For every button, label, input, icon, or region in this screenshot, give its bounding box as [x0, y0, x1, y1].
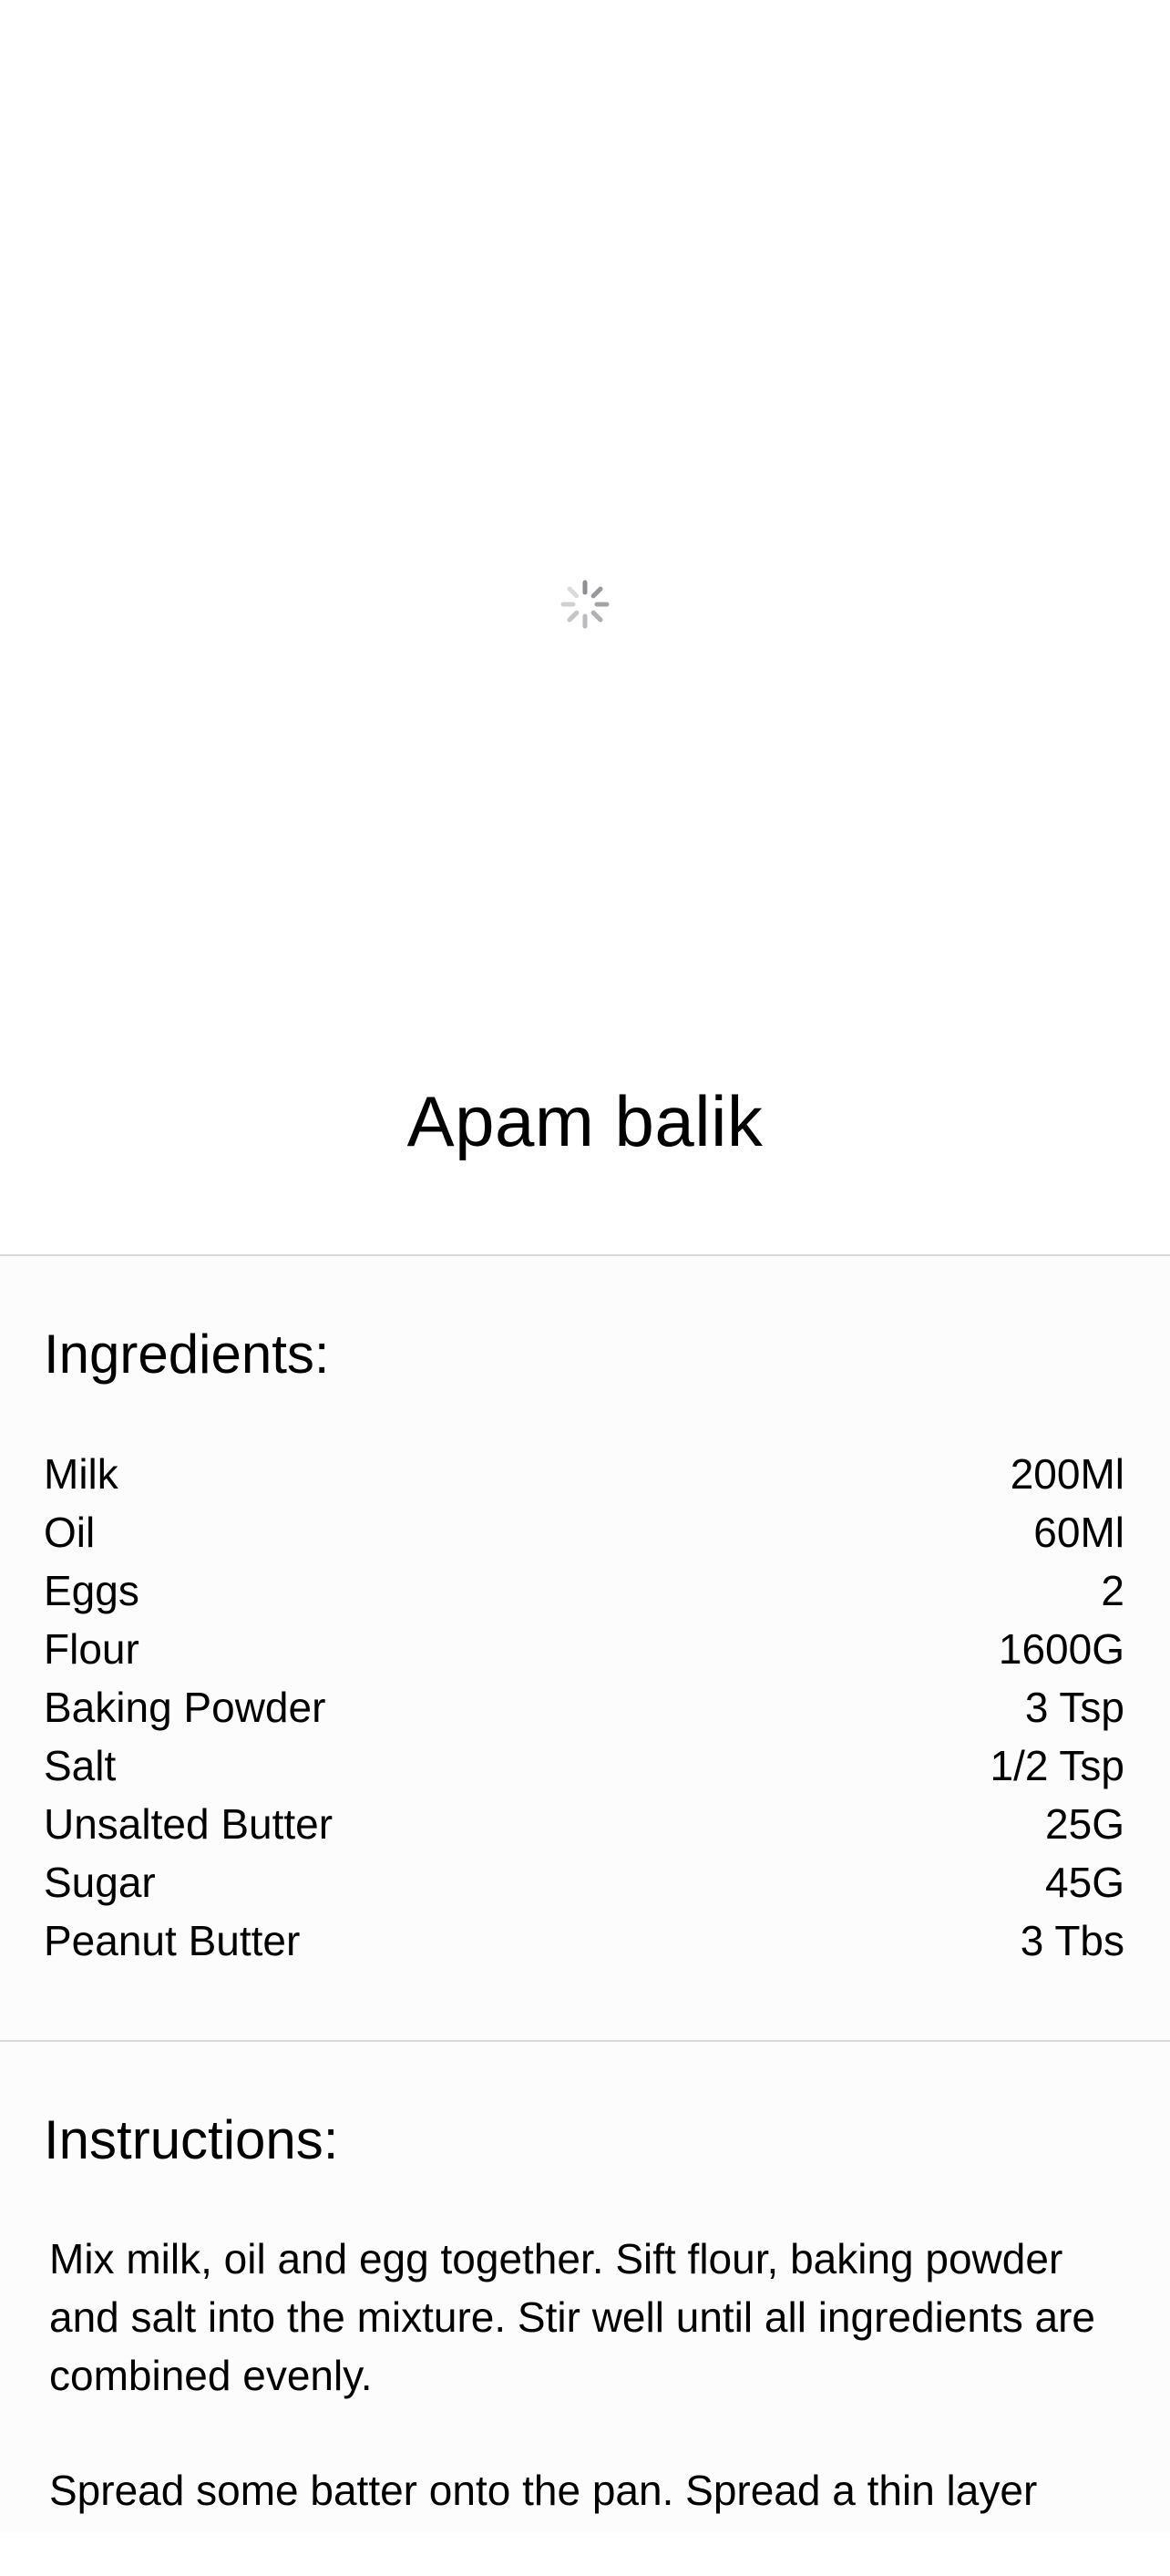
ingredient-row: Sugar 45G — [44, 1853, 1124, 1911]
ingredient-quantity: 25G — [1045, 1800, 1124, 1848]
instruction-step: Mix milk, oil and egg together. Sift flo… — [49, 2235, 1096, 2399]
ingredient-row: Baking Powder 3 Tsp — [44, 1678, 1124, 1736]
recipe-image-placeholder — [0, 0, 1170, 1048]
ingredient-name: Eggs — [44, 1567, 139, 1614]
ingredient-quantity: 200Ml — [1010, 1450, 1124, 1498]
ingredients-list: Milk 200Ml Oil 60Ml Eggs 2 Flour 1600G B… — [44, 1445, 1124, 1970]
ingredient-row: Eggs 2 — [44, 1561, 1124, 1620]
ingredient-quantity: 3 Tsp — [1024, 1684, 1124, 1731]
ingredient-quantity: 60Ml — [1033, 1509, 1124, 1556]
ingredient-name: Salt — [44, 1742, 117, 1789]
ingredient-quantity: 1600G — [998, 1625, 1124, 1673]
ingredient-name: Peanut Butter — [44, 1917, 301, 1964]
instructions-body: Mix milk, oil and egg together. Sift flo… — [49, 2230, 1124, 2576]
ingredient-name: Baking Powder — [44, 1684, 326, 1731]
ingredient-row: Oil 60Ml — [44, 1503, 1124, 1561]
ingredient-quantity: 1/2 Tsp — [990, 1742, 1124, 1789]
ingredient-name: Oil — [44, 1509, 96, 1556]
ingredient-name: Unsalted Butter — [44, 1800, 334, 1848]
instructions-heading: Instructions: — [44, 2109, 339, 2170]
ingredient-row: Unsalted Butter 25G — [44, 1795, 1124, 1853]
ingredient-name: Sugar — [44, 1859, 156, 1906]
ingredient-quantity: 2 — [1101, 1567, 1124, 1614]
activity-spinner-icon — [560, 580, 610, 629]
ingredient-row: Milk 200Ml — [44, 1445, 1124, 1503]
ingredient-name: Milk — [44, 1450, 118, 1498]
ingredient-row: Peanut Butter 3 Tbs — [44, 1911, 1124, 1970]
ingredient-row: Flour 1600G — [44, 1620, 1124, 1678]
ingredient-quantity: 45G — [1045, 1859, 1124, 1906]
ingredient-quantity: 3 Tbs — [1020, 1917, 1124, 1964]
ingredient-row: Salt 1/2 Tsp — [44, 1736, 1124, 1795]
ingredient-name: Flour — [44, 1625, 139, 1673]
instruction-step: Spread some batter onto the pan. Spread … — [49, 2467, 1038, 2514]
recipe-title: Apam balik — [406, 1081, 764, 1161]
ingredients-heading: Ingredients: — [44, 1324, 330, 1385]
